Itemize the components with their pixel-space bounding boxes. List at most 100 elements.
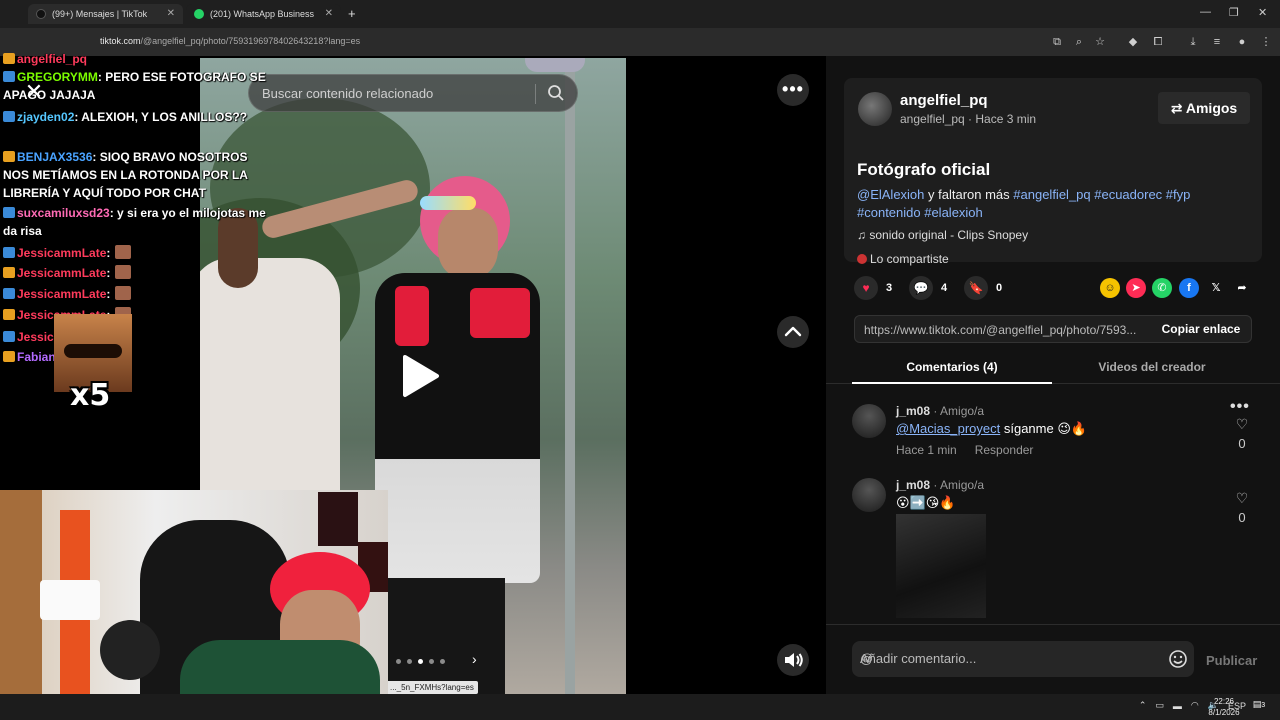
caption-hashtags[interactable]: #angelfiel_pq #ecuadorec #fyp: [1013, 187, 1190, 202]
chat-text: NOS METÍAMOS EN LA ROTONDA POR LA: [3, 168, 248, 182]
post-author-subtitle: angelfiel_pq · Hace 3 min: [900, 112, 1037, 126]
chat-text: :: [106, 266, 111, 280]
publish-button[interactable]: Publicar: [1206, 653, 1257, 668]
comment-author[interactable]: j_m08 · Amigo/a: [896, 404, 984, 418]
shirt-stripe: [470, 288, 530, 338]
comment-mention[interactable]: @Macias_proyect: [896, 421, 1000, 436]
share-snapchat-icon[interactable]: ☺: [1100, 278, 1120, 298]
share-link-box: https://www.tiktok.com/@angelfiel_pq/pho…: [854, 315, 1252, 343]
microphone: [100, 620, 160, 680]
comment-more-icon[interactable]: •••: [1230, 398, 1250, 416]
share-facebook-icon[interactable]: f: [1179, 278, 1199, 298]
comment-attached-image[interactable]: [896, 514, 986, 618]
comment-heart-icon[interactable]: ♡: [1232, 490, 1252, 507]
more-options-button[interactable]: •••: [777, 74, 809, 106]
related-search-input[interactable]: Buscar contenido relacionado: [248, 74, 578, 112]
chat-text: da risa: [3, 224, 42, 238]
extension-icon[interactable]: ◆: [1125, 34, 1141, 50]
active-tab-indicator: [852, 382, 1052, 384]
emoji-icon[interactable]: [1168, 649, 1188, 669]
close-tab-icon[interactable]: ✕: [167, 8, 175, 19]
sound-link[interactable]: ♫ sonido original - Clips Snopey: [857, 228, 1028, 242]
copy-link-button[interactable]: Copiar enlace: [1151, 316, 1251, 342]
wifi-icon[interactable]: ◠: [1191, 700, 1199, 711]
taskbar-clock[interactable]: 22:26 8/1/2026: [1204, 696, 1244, 718]
share-link-text[interactable]: https://www.tiktok.com/@angelfiel_pq/pho…: [864, 323, 1136, 337]
save-count: 0: [996, 282, 1003, 294]
close-window-icon[interactable]: ✕: [1258, 6, 1267, 19]
bookmark-icon: 🔖: [964, 276, 988, 300]
post-author-username[interactable]: angelfiel_pq: [900, 92, 988, 109]
friends-icon: ⇄: [1170, 100, 1186, 116]
notification-count: 3: [1261, 702, 1266, 709]
puzzle-icon[interactable]: ⧠: [1150, 34, 1166, 50]
avatar[interactable]: [852, 478, 886, 512]
like-action[interactable]: ♥ 3: [854, 276, 892, 300]
carousel-next-icon[interactable]: ›: [472, 651, 477, 667]
chat-username: zjayden02: [17, 110, 75, 124]
chat-badge-icon: [3, 331, 15, 342]
lamp-head: [525, 58, 585, 72]
comment-author[interactable]: j_m08 · Amigo/a: [896, 478, 984, 492]
reply-button[interactable]: Responder: [975, 443, 1034, 457]
restore-icon[interactable]: ❐: [1229, 6, 1239, 19]
chevron-up-icon[interactable]: ⌃: [1139, 700, 1147, 711]
url-field[interactable]: tiktok.com/@angelfiel_pq/photo/759319697…: [100, 36, 360, 46]
search-icon[interactable]: [547, 84, 565, 102]
comment-input[interactable]: Añadir comentario... @: [852, 641, 1194, 677]
chat-badge-icon: [3, 151, 15, 162]
download-icon[interactable]: ⤓: [1185, 34, 1201, 50]
zoom-icon[interactable]: ⌕: [1071, 34, 1087, 50]
comment-username: j_m08: [896, 478, 931, 492]
share-send-icon[interactable]: ➤: [1126, 278, 1146, 298]
close-tab-icon[interactable]: ✕: [325, 8, 333, 19]
chat-text: APAGO JAJAJA: [3, 88, 96, 102]
tab-comments[interactable]: Comentarios (4): [852, 360, 1052, 374]
share-x-icon[interactable]: 𝕏: [1206, 278, 1226, 298]
tiktok-icon: [36, 9, 46, 19]
windows-taskbar: ⌃ ▭ ▬ ◠ 🔈 ESP 22:26 8/1/2026 ▤3: [0, 694, 1280, 720]
sound-label: sonido original - Clips Snopey: [869, 228, 1029, 242]
chat-badge-icon: [3, 351, 15, 362]
volume-button[interactable]: [777, 644, 809, 676]
carousel-dots[interactable]: [396, 659, 445, 664]
previous-post-button[interactable]: [777, 316, 809, 348]
streamer-jacket: [180, 640, 380, 694]
chat-message: zjayden02: ALEXIOH, Y LOS ANILLOS??: [3, 108, 247, 126]
comment-heart-icon[interactable]: ♡: [1232, 416, 1252, 433]
profile-icon[interactable]: ●: [1234, 34, 1250, 50]
minimize-icon[interactable]: —: [1200, 6, 1211, 18]
tab-creator-videos[interactable]: Videos del creador: [1052, 360, 1252, 374]
clock-date: 8/1/2026: [1208, 708, 1240, 717]
friends-button[interactable]: ⇄ Amigos: [1158, 92, 1250, 124]
share-whatsapp-icon[interactable]: ✆: [1152, 278, 1172, 298]
cast-icon[interactable]: ⧉: [1049, 34, 1065, 50]
share-more-icon[interactable]: ➦: [1232, 278, 1252, 298]
battery-icon[interactable]: ▬: [1173, 701, 1182, 711]
bookmark-star-icon[interactable]: ☆: [1092, 34, 1108, 50]
caption-hashtags[interactable]: #contenido #elalexioh: [857, 205, 983, 220]
play-icon[interactable]: [393, 351, 443, 401]
tab-label: (201) WhatsApp Business: [210, 9, 315, 19]
whatsapp-icon: [194, 9, 204, 19]
caption-mention[interactable]: @ElAlexioh: [857, 187, 924, 202]
comment-relation: · Amigo/a: [933, 404, 985, 418]
mention-at-icon[interactable]: @: [860, 651, 873, 666]
new-tab-button[interactable]: +: [348, 6, 356, 21]
caption-text: y faltaron más: [924, 187, 1014, 202]
tab-tiktok[interactable]: (99+) Mensajes | TikTok ✕: [28, 4, 183, 24]
network-icon[interactable]: ▭: [1155, 700, 1164, 711]
comment-meta: Hace 1 min Responder: [896, 443, 1033, 457]
notification-icon[interactable]: ▤3: [1252, 699, 1266, 713]
close-viewer-button[interactable]: ✕: [20, 78, 48, 106]
comment-like-count: 0: [1238, 510, 1246, 525]
comment-action[interactable]: 💬 4: [909, 276, 947, 300]
avatar[interactable]: [852, 404, 886, 438]
playlist-icon[interactable]: ≡: [1209, 34, 1225, 50]
chevron-up-icon: [784, 326, 802, 337]
avatar[interactable]: [858, 92, 892, 126]
save-action[interactable]: 🔖 0: [964, 276, 1002, 300]
menu-kebab-icon[interactable]: ⋮: [1258, 34, 1274, 50]
comment-body: 😮➡️😘🔥: [896, 495, 956, 510]
tab-whatsapp[interactable]: (201) WhatsApp Business ✕: [186, 4, 341, 24]
